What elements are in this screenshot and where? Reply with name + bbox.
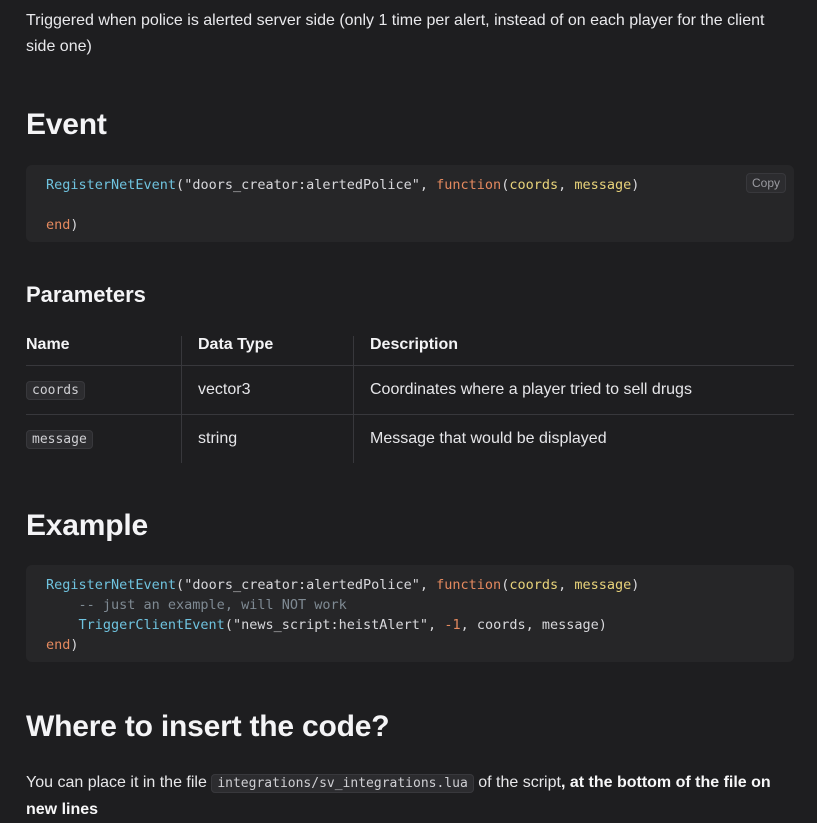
file-path-chip: integrations/sv_integrations.lua — [211, 774, 474, 793]
intro-text: Triggered when police is alerted server … — [26, 12, 765, 55]
where-text: You can place it in the file integration… — [26, 770, 806, 823]
code-string: "doors_creator:alertedPolice" — [184, 177, 420, 193]
table-header: Description — [353, 336, 794, 366]
param-type: string — [181, 414, 354, 463]
code-string: "doors_creator:alertedPolice" — [184, 577, 420, 593]
param-description: Message that would be displayed — [353, 414, 794, 463]
code-keyword: end — [46, 217, 71, 233]
code-keyword: function — [436, 177, 502, 193]
param-type: vector3 — [181, 365, 354, 415]
where-heading: Where to insert the code? — [26, 710, 390, 743]
table-header: Name — [26, 336, 70, 353]
table-row: coords vector3 Coordinates where a playe… — [26, 365, 794, 415]
event-code-block: RegisterNetEvent("doors_creator:alertedP… — [26, 165, 794, 242]
code-fn: RegisterNetEvent — [46, 177, 177, 193]
table-header-row: Name Data Type Description — [26, 336, 794, 366]
code-args: coords, message — [476, 617, 599, 633]
where-text-before: You can place it in the file — [26, 774, 207, 791]
param-name-chip: coords — [26, 381, 85, 400]
code-param: message — [574, 177, 632, 193]
copy-button[interactable]: Copy — [745, 173, 786, 193]
param-description: Coordinates where a player tried to sell… — [353, 365, 794, 415]
code-param: coords — [509, 577, 559, 593]
code-number: -1 — [444, 617, 461, 633]
code-fn: RegisterNetEvent — [46, 577, 177, 593]
code-fn: TriggerClientEvent — [78, 617, 225, 633]
example-code-block: RegisterNetEvent("doors_creator:alertedP… — [26, 565, 794, 662]
param-name-chip: message — [26, 430, 93, 449]
code-keyword: end — [46, 637, 71, 653]
parameters-heading: Parameters — [26, 282, 146, 307]
table-row: message string Message that would be dis… — [26, 414, 794, 463]
code-comment: -- just an example, will NOT work — [78, 597, 347, 613]
parameters-table: Name Data Type Description coords vector… — [26, 336, 794, 463]
code-param: coords — [509, 177, 559, 193]
example-heading: Example — [26, 509, 148, 542]
code-string: "news_script:heistAlert" — [232, 617, 429, 633]
table-header: Data Type — [181, 336, 354, 366]
code-param: message — [574, 577, 632, 593]
where-text-middle: of the script — [478, 774, 561, 791]
code-keyword: function — [436, 577, 502, 593]
event-heading: Event — [26, 108, 107, 141]
